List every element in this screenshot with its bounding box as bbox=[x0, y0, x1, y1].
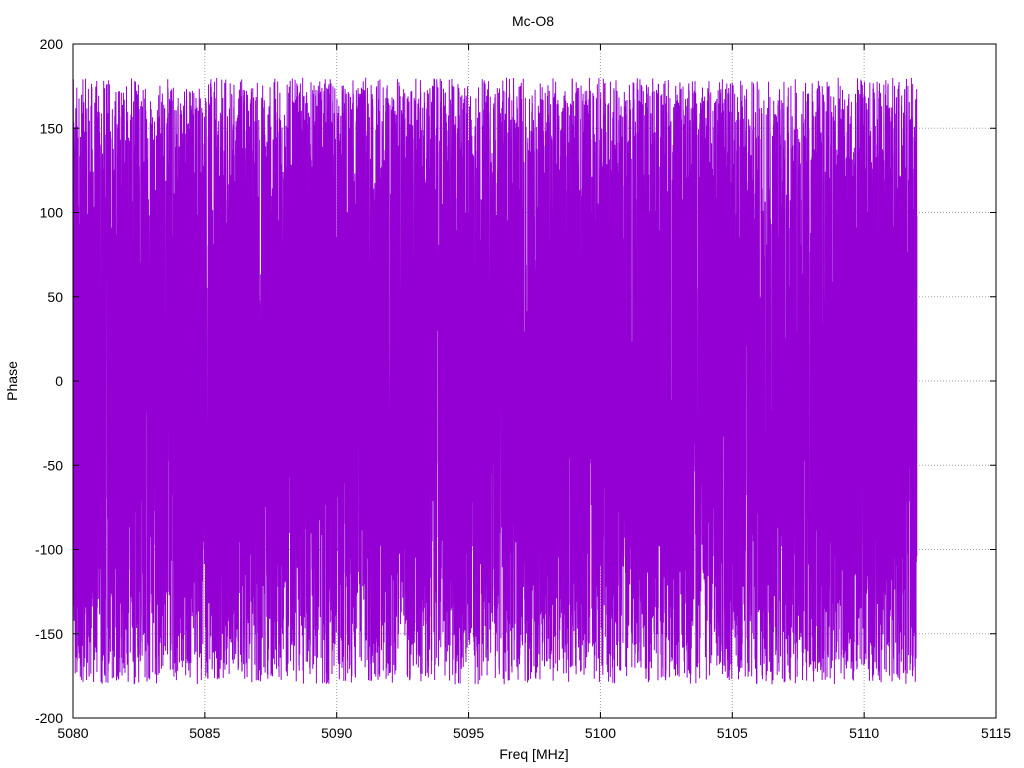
x-axis-label: Freq [MHz] bbox=[499, 746, 568, 762]
x-tick-label: 5105 bbox=[717, 725, 748, 741]
phase-chart: Mc-O8 5080 5085 5090 5095 5100 5105 5110 5115 -… bbox=[4, 13, 1011, 762]
x-tick-label: 5080 bbox=[57, 725, 88, 741]
x-tick-label: 5085 bbox=[189, 725, 220, 741]
x-tick-label: 5090 bbox=[321, 725, 352, 741]
y-tick-label: -100 bbox=[35, 542, 63, 558]
y-tick-label: 150 bbox=[40, 120, 64, 136]
x-tick-labels: 5080 5085 5090 5095 5100 5105 5110 5115 bbox=[57, 725, 1011, 741]
y-tick-label: -150 bbox=[35, 626, 63, 642]
phase-series-line bbox=[72, 77, 918, 685]
y-tick-label: 200 bbox=[40, 36, 64, 52]
y-tick-label: 100 bbox=[40, 205, 64, 221]
y-axis-label: Phase bbox=[4, 361, 20, 401]
y-tick-labels: -200 -150 -100 -50 0 50 100 150 200 bbox=[35, 36, 63, 726]
y-tick-label: 0 bbox=[55, 373, 63, 389]
chart-title: Mc-O8 bbox=[512, 13, 554, 29]
x-tick-label: 5095 bbox=[453, 725, 484, 741]
y-tick-label: -200 bbox=[35, 710, 63, 726]
y-tick-label: 50 bbox=[47, 289, 63, 305]
x-tick-label: 5110 bbox=[849, 725, 879, 741]
y-tick-label: -50 bbox=[43, 457, 63, 473]
x-tick-label: 5115 bbox=[981, 725, 1011, 741]
x-tick-label: 5100 bbox=[585, 725, 616, 741]
